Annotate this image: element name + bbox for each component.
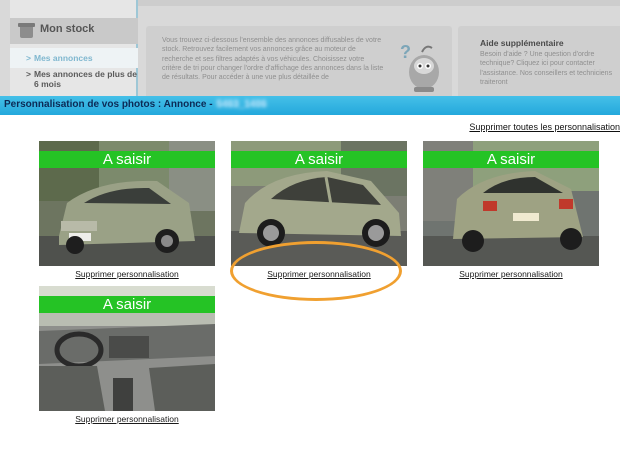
status-badge: A saisir [231,151,407,168]
sidebar-section-header[interactable]: Mon stock [10,18,138,44]
sidebar-item-annonces-6-mois[interactable]: > Mes annonces de plus de 6 mois [10,69,138,89]
sidebar-item-label: Mes annonces de plus de 6 mois [34,69,137,89]
background-page: Mon stock > Mes annonces > Mes annonces … [0,0,620,96]
car-photo[interactable]: A saisir [423,141,599,266]
photo-card: A saisir Supprimer personnalisation [39,286,215,424]
svg-text:?: ? [400,42,411,62]
info-panel: Vous trouvez ci-dessous l'ensemble des a… [146,26,452,96]
car-photo[interactable]: A saisir [39,141,215,266]
remove-customization-link[interactable]: Supprimer personnalisation [39,414,215,424]
annonce-id: 5463_1406 [216,99,267,110]
help-panel[interactable]: Aide supplémentaire Besoin d'aide ? Une … [458,26,620,96]
status-badge: A saisir [39,296,215,313]
help-title: Aide supplémentaire [480,38,564,48]
sidebar-item-label: Mes annonces [34,53,93,63]
car-photo[interactable]: A saisir [231,141,407,266]
trash-icon [18,23,35,38]
modal-title: Personnalisation de vos photos : Annonce… [4,99,267,110]
remove-customization-link[interactable]: Supprimer personnalisation [39,269,215,279]
top-divider [138,0,620,6]
photo-card: A saisir Supprimer personnalisation [231,141,407,279]
chevron-right-icon: > [26,53,31,63]
remove-customization-link[interactable]: Supprimer personnalisation [231,269,407,279]
remove-customization-link[interactable]: Supprimer personnalisation [423,269,599,279]
car-photo[interactable]: A saisir [39,286,215,411]
status-badge: A saisir [423,151,599,168]
help-text: Besoin d'aide ? Une question d'ordre tec… [480,51,613,86]
delete-all-customizations-link[interactable]: Supprimer toutes les personnalisation [469,122,620,132]
info-text: Vous trouvez ci-dessous l'ensemble des a… [162,37,384,82]
status-badge: A saisir [39,151,215,168]
modal-title-text: Personnalisation de vos photos : Annonce… [4,99,213,110]
modal-title-bar: Personnalisation de vos photos : Annonce… [0,96,620,115]
chevron-right-icon: > [26,69,31,79]
photo-card: A saisir Supprimer personnalisation [39,141,215,279]
sidebar: Mon stock > Mes annonces > Mes annonces … [10,0,138,96]
sidebar-section-title: Mon stock [40,23,95,35]
question-mascot-icon: ? [400,42,439,92]
photo-card: A saisir Supprimer personnalisation [423,141,599,279]
sidebar-item-mes-annonces[interactable]: > Mes annonces [10,48,138,68]
